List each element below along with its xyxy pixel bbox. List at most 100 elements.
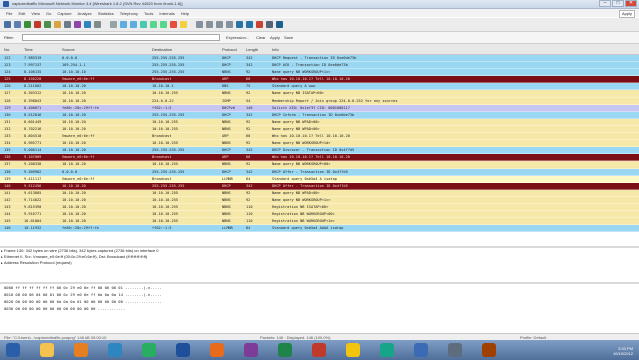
last-icon[interactable] (160, 21, 167, 28)
maximize-button[interactable]: □ (612, 0, 624, 7)
detail-arp[interactable]: ▸ Address Resolution Protocol (request) (0, 260, 639, 266)
menu-view[interactable]: View (31, 11, 40, 16)
restart-icon[interactable] (44, 21, 51, 28)
paint-icon[interactable] (346, 343, 360, 357)
table-row[interactable]: 143 9.815390 10.10.10.20 10.10.10.255 NBNS 11… (0, 203, 639, 212)
resize-columns-icon[interactable] (226, 21, 233, 28)
forward-icon[interactable] (130, 21, 137, 28)
network-icon[interactable] (448, 343, 462, 357)
firefox-icon[interactable] (210, 343, 224, 357)
filter-clear-button[interactable]: Clear (256, 35, 266, 40)
expand-icon[interactable]: ▸ (1, 261, 3, 265)
table-row[interactable]: 141 9.613805 10.10.10.20 10.10.10.255 NBNS 92… (0, 189, 639, 197)
column-header-no[interactable]: No. (4, 47, 10, 52)
back-icon[interactable] (120, 21, 127, 28)
filter-save-button[interactable]: Save (284, 35, 293, 40)
table-row[interactable]: 138 9.309902 0.0.0.0 255.255.255.255 DHCP 342… (0, 168, 639, 176)
capture-filters-icon[interactable] (236, 21, 243, 28)
find-icon[interactable] (110, 21, 117, 28)
menu-telephony[interactable]: Telephony (120, 11, 138, 16)
table-row[interactable]: 145 10.01804 10.10.10.20 10.10.10.255 NBNS 11… (0, 218, 639, 226)
table-row[interactable]: 136 9.107009 Vmware_e0:6e:ff Broadcast ARP 60… (0, 154, 639, 162)
column-header-time[interactable]: Time (24, 47, 33, 52)
filter-input[interactable] (22, 34, 220, 41)
start-button-icon[interactable] (6, 343, 20, 357)
close-button[interactable]: ✕ (625, 0, 637, 7)
column-header-info[interactable]: Info (272, 47, 279, 52)
table-row[interactable]: 129 8.400071 fe80::20c:29ff:fe ff02::1:2 DHC… (0, 104, 639, 112)
zoom-in-icon[interactable] (196, 21, 203, 28)
colorize-icon[interactable] (170, 21, 177, 28)
menu-tools[interactable]: Tools (144, 11, 153, 16)
display-filters-icon[interactable] (246, 21, 253, 28)
toolbar-apply-box[interactable]: Apply (618, 10, 635, 18)
save-icon[interactable] (64, 21, 71, 28)
first-icon[interactable] (150, 21, 157, 28)
goto-icon[interactable] (140, 21, 147, 28)
word-icon[interactable] (176, 343, 190, 357)
column-header-length[interactable]: Length (246, 47, 258, 52)
column-header-protocol[interactable]: Protocol (222, 47, 237, 52)
table-row[interactable]: 131 8.601449 10.10.10.20 10.10.10.255 NBNS 92… (0, 118, 639, 126)
hex-line[interactable]: 0000 ff ff ff ff ff ff 00 0c 29 e0 6e ff… (0, 285, 639, 291)
table-row[interactable]: 139 9.411117 Vmware_e0:6e:ff Broadcast LLMNR… (0, 175, 639, 183)
table-row[interactable]: 140 9.512456 10.10.10.20 255.255.255.255 DHC… (0, 182, 639, 190)
stop-icon[interactable] (34, 21, 41, 28)
table-row[interactable]: 123 7.997137 169.254.1.1 255.255.255.255 DHC… (0, 62, 639, 70)
start-icon[interactable] (24, 21, 31, 28)
table-row[interactable]: 128 8.398843 10.10.10.20 224.0.0.22 IGMP 54 Me… (0, 97, 639, 105)
table-row[interactable]: 144 9.916771 10.10.10.20 10.10.10.255 NBNS 11… (0, 211, 639, 219)
menu-capture[interactable]: Capture (57, 11, 71, 16)
reload-icon[interactable] (84, 21, 91, 28)
column-header-source[interactable]: Source (62, 47, 75, 52)
filter-apply-button[interactable]: Apply (270, 35, 280, 40)
filter-expression-button[interactable]: Expression... (226, 35, 249, 40)
menu-internals[interactable]: Internals (159, 11, 174, 16)
menu-help[interactable]: Help (181, 11, 189, 16)
table-row[interactable]: 135 9.006114 10.10.10.20 255.255.255.255 DHC… (0, 147, 639, 155)
chat-icon[interactable] (380, 343, 394, 357)
print-icon[interactable] (94, 21, 101, 28)
hex-line[interactable]: 0020 00 00 00 00 00 00 0a 0a 0a 01 00 00… (0, 299, 639, 305)
system-clock[interactable]: 3:33 PM 10/10/2012 (613, 346, 633, 356)
media-icon[interactable] (74, 343, 88, 357)
table-row[interactable]: 133 8.804510 Vmware_e0:6e:ff Broadcast ARP 60… (0, 133, 639, 141)
normal-size-icon[interactable] (216, 21, 223, 28)
interfaces-icon[interactable] (4, 21, 11, 28)
explorer-icon[interactable] (40, 343, 54, 357)
table-row[interactable]: 127 8.303312 10.10.10.20 10.10.10.255 NBNS 92… (0, 90, 639, 98)
menu-file[interactable]: File (6, 11, 12, 16)
table-row[interactable]: 134 8.905771 10.10.10.20 10.10.10.255 NBNS 92… (0, 140, 639, 148)
pdf-icon[interactable] (312, 343, 326, 357)
help-icon[interactable] (276, 21, 283, 28)
table-row[interactable]: 137 9.208338 10.10.10.20 10.10.10.255 NBNS 92… (0, 161, 639, 169)
menu-go[interactable]: Go (46, 11, 51, 16)
table-row[interactable]: 126 8.211002 10.10.10.20 10.10.10.1 DNS 75 Sta… (0, 83, 639, 91)
autoscroll-icon[interactable] (180, 21, 187, 28)
table-row[interactable]: 142 9.714022 10.10.10.20 10.10.10.255 NBNS 92… (0, 196, 639, 204)
table-row[interactable]: 125 8.156220 Vmware_e0:6e:ff Broadcast ARP 60… (0, 76, 639, 84)
menu-edit[interactable]: Edit (18, 11, 25, 16)
tool-icon[interactable] (244, 343, 258, 357)
coloring-rules-icon[interactable] (256, 21, 263, 28)
expand-icon[interactable]: ▸ (1, 249, 3, 253)
table-row[interactable]: 132 8.702216 10.10.10.20 10.10.10.255 NBNS 92… (0, 125, 639, 134)
excel-icon[interactable] (278, 343, 292, 357)
expand-icon[interactable]: ▸ (1, 255, 3, 259)
menu-analyze[interactable]: Analyze (78, 11, 92, 16)
column-header-destination[interactable]: Destination (152, 47, 172, 52)
preferences-icon[interactable] (266, 21, 273, 28)
ie-icon[interactable] (108, 343, 122, 357)
close-file-icon[interactable] (74, 21, 81, 28)
table-row[interactable]: 122 7.985319 0.0.0.0 255.255.255.255 DHCP 342… (0, 55, 639, 63)
open-icon[interactable] (54, 21, 61, 28)
table-row[interactable]: 124 8.106135 10.10.10.10 255.255.255.255 NBN… (0, 69, 639, 77)
options-icon[interactable] (14, 21, 21, 28)
menu-statistics[interactable]: Statistics (98, 11, 114, 16)
minimize-button[interactable]: – (599, 0, 611, 7)
chrome-icon[interactable] (142, 343, 156, 357)
hex-line[interactable]: 0010 08 00 06 04 00 01 00 0c 29 e0 6e ff… (0, 292, 639, 298)
zoom-out-icon[interactable] (206, 21, 213, 28)
misc-icon[interactable] (482, 343, 496, 357)
wireshark-icon[interactable] (414, 343, 428, 357)
